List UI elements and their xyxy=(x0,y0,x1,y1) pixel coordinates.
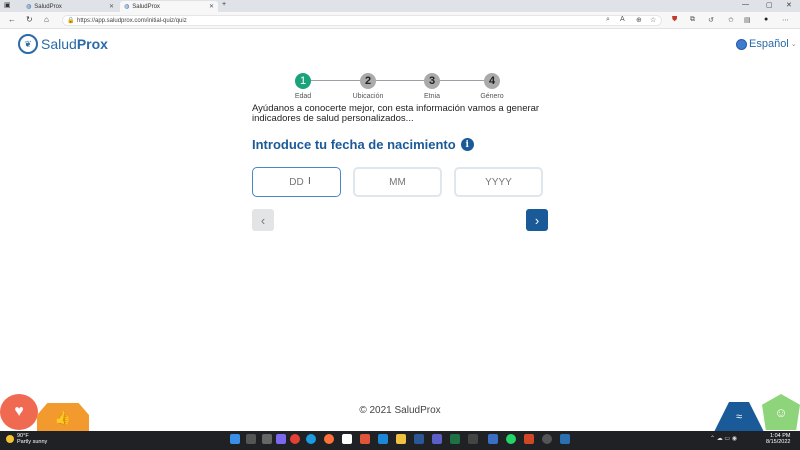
chat-icon[interactable] xyxy=(276,434,286,444)
step-1-label: Edad xyxy=(294,93,312,100)
profile-avatar[interactable]: ● xyxy=(764,16,768,23)
home-icon[interactable]: ⌂ xyxy=(44,15,49,24)
globe-icon xyxy=(736,38,747,50)
footer-copyright: © 2021 SaludProx xyxy=(359,405,441,416)
minimize-button[interactable]: — xyxy=(742,1,749,8)
question-text: Introduce tu fecha de nacimiento xyxy=(252,137,456,152)
firefox-icon[interactable] xyxy=(324,434,334,444)
favicon-icon: ◍ xyxy=(26,4,32,10)
task-view-icon[interactable] xyxy=(262,434,272,444)
close-tab-icon[interactable]: ✕ xyxy=(109,3,114,10)
edge-icon[interactable] xyxy=(306,434,316,444)
day-input[interactable] xyxy=(252,167,341,197)
tab-title: SaludProx xyxy=(34,3,62,10)
app-icon[interactable] xyxy=(542,434,552,444)
browser-tab-1[interactable]: ◍ SaludProx ✕ xyxy=(22,1,118,12)
whatsapp-icon[interactable] xyxy=(506,434,516,444)
search-taskbar-icon[interactable] xyxy=(246,434,256,444)
step-4-circle[interactable]: 4 xyxy=(484,73,500,89)
smiley-icon: ☺ xyxy=(762,394,800,430)
read-aloud-icon[interactable]: A xyxy=(620,16,625,23)
word-icon[interactable] xyxy=(414,434,424,444)
app-icon[interactable] xyxy=(468,434,478,444)
search-icon[interactable]: ⌕ xyxy=(606,16,610,24)
app-icon[interactable] xyxy=(560,434,570,444)
close-window-button[interactable]: ✕ xyxy=(786,1,792,9)
taskbar-clock[interactable]: 1:04 PM 8/15/2022 xyxy=(766,433,790,445)
more-menu-icon[interactable]: ⋯ xyxy=(782,16,789,24)
refresh-extension-icon[interactable]: ↺ xyxy=(708,16,714,24)
lock-icon: 🔒 xyxy=(67,18,75,24)
close-tab-icon[interactable]: ✕ xyxy=(209,3,214,10)
browser-tab-bar: ▣ ◍ SaludProx ✕ ◍ SaludProx ✕ + — ▢ ✕ xyxy=(0,0,800,12)
saludprox-logo[interactable]: ❦ SaludProx xyxy=(18,34,108,54)
step-4-label: Género xyxy=(480,93,504,100)
weather-desc: Partly sunny xyxy=(17,439,48,445)
quiz-stepper: 1 2 3 4 Edad Ubicación Etnia Género xyxy=(282,70,522,104)
step-3-label: Etnia xyxy=(424,93,440,100)
chevron-right-icon: › xyxy=(534,212,540,228)
step-3-circle[interactable]: 3 xyxy=(424,73,440,89)
heart-icon: ♥ xyxy=(0,394,38,430)
logo-mark-icon: ❦ xyxy=(18,34,38,54)
app-icon[interactable] xyxy=(342,434,352,444)
clock-date: 8/15/2022 xyxy=(766,439,791,445)
step-1-circle[interactable]: 1 xyxy=(295,73,311,89)
month-input[interactable] xyxy=(353,167,442,197)
step-2-label: Ubicación xyxy=(352,93,384,100)
outlook-icon[interactable] xyxy=(378,434,388,444)
extension-icon[interactable]: ⧉ xyxy=(690,16,695,24)
file-explorer-icon[interactable] xyxy=(396,434,406,444)
intro-text: Ayúdanos a conocerte mejor, con esta inf… xyxy=(252,103,540,124)
new-tab-button[interactable]: + xyxy=(222,1,226,8)
zoom-icon[interactable]: ⊕ xyxy=(636,16,642,24)
step-2-circle[interactable]: 2 xyxy=(360,73,376,89)
language-label: Español xyxy=(749,38,789,50)
favorites-icon[interactable]: ✩ xyxy=(728,16,734,24)
system-tray[interactable]: ⌃ ☁ ▭ ◉ xyxy=(710,435,737,442)
favicon-icon: ◍ xyxy=(124,4,130,10)
year-input[interactable] xyxy=(454,167,543,197)
tab-title: SaludProx xyxy=(132,3,160,10)
weather-widget[interactable]: 90°F Partly sunny xyxy=(6,433,47,445)
info-icon[interactable]: i xyxy=(460,138,474,151)
powerpoint-icon[interactable] xyxy=(524,434,534,444)
refresh-icon[interactable]: ↻ xyxy=(26,15,33,24)
back-arrow-icon[interactable]: ← xyxy=(8,15,16,24)
question-heading: Introduce tu fecha de nacimiento i xyxy=(252,137,474,152)
chrome-icon[interactable] xyxy=(290,434,300,444)
sun-icon xyxy=(6,435,14,443)
app-icon[interactable] xyxy=(488,434,498,444)
teams-icon[interactable] xyxy=(432,434,442,444)
tab-actions-icon[interactable]: ▣ xyxy=(4,1,11,9)
collections-icon[interactable]: ▤ xyxy=(744,16,751,24)
excel-icon[interactable] xyxy=(450,434,460,444)
chevron-down-icon: ⌄ xyxy=(790,41,797,48)
logo-text: SaludProx xyxy=(41,36,108,52)
text-cursor-icon: I xyxy=(308,176,311,187)
favorite-star-icon[interactable]: ☆ xyxy=(650,16,656,24)
url-text: https://app.saludprox.com/initial-quiz/q… xyxy=(77,17,187,24)
next-button[interactable]: › xyxy=(526,209,548,231)
thumbs-up-icon: 👍 xyxy=(37,403,89,433)
maximize-button[interactable]: ▢ xyxy=(766,1,773,9)
language-selector[interactable]: Español ⌄ xyxy=(736,38,797,50)
address-bar[interactable]: 🔒 https://app.saludprox.com/initial-quiz… xyxy=(62,15,662,26)
brave-icon[interactable] xyxy=(360,434,370,444)
chevron-left-icon: ‹ xyxy=(260,212,266,228)
start-icon[interactable] xyxy=(230,434,240,444)
shield-icon[interactable]: ⛊ xyxy=(672,16,677,24)
browser-tab-2[interactable]: ◍ SaludProx ✕ xyxy=(120,1,218,12)
previous-button[interactable]: ‹ xyxy=(252,209,274,231)
